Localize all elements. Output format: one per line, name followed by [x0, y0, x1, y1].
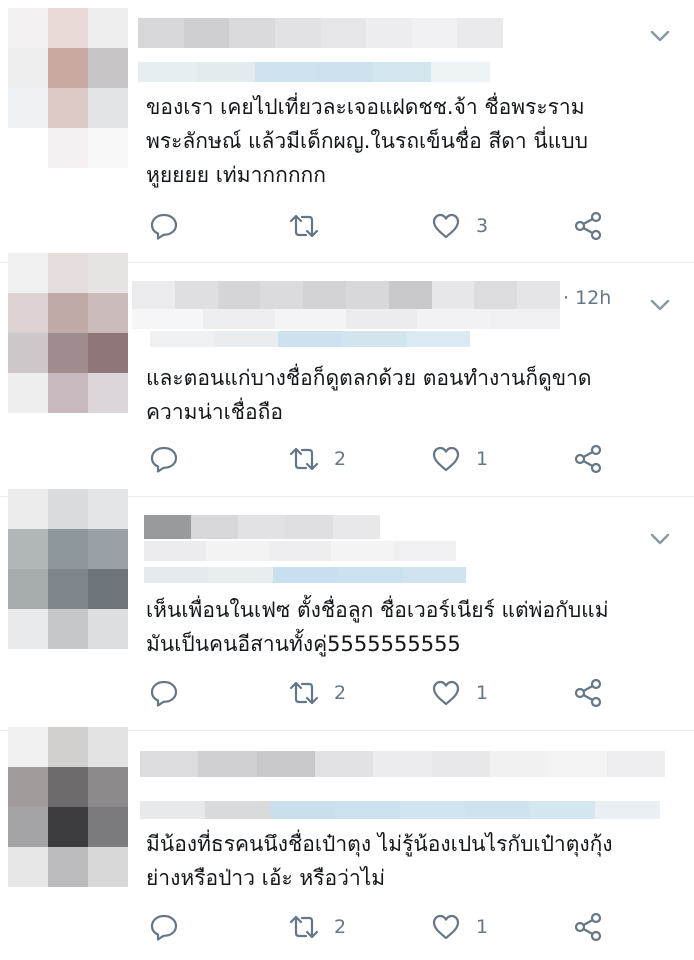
share-icon: [572, 911, 604, 943]
like-button[interactable]: 1: [430, 439, 488, 479]
retweet-count: 2: [334, 916, 347, 938]
tweet-text: และตอนแก่บางชื่อก็ดูตลกด้วย ตอนทำงานก็ดู…: [146, 366, 592, 424]
tweet-actions: 2 1: [146, 673, 616, 713]
like-count: 1: [476, 448, 489, 470]
share-icon: [572, 443, 604, 475]
share-icon: [572, 210, 604, 242]
chevron-down-icon[interactable]: [648, 293, 672, 317]
avatar[interactable]: [8, 727, 128, 887]
retweet-button[interactable]: 2: [288, 907, 346, 947]
reply-icon: [148, 443, 180, 475]
chevron-down-icon[interactable]: [648, 24, 672, 48]
share-button[interactable]: [572, 206, 604, 246]
chevron-down-icon[interactable]: [648, 527, 672, 551]
tweet-actions: 3: [146, 206, 616, 246]
like-button[interactable]: 1: [430, 907, 488, 947]
handle-redacted[interactable]: [140, 801, 660, 819]
tweet-actions: 2 1: [146, 907, 616, 947]
tweet-text: มีน้องที่ธรคนนึงชื่อเป๋าตุง ไม่รู้น้องเป…: [146, 832, 613, 890]
handle-redacted[interactable]: [144, 567, 467, 583]
handle-redacted[interactable]: [132, 309, 560, 329]
like-count: 1: [476, 682, 489, 704]
retweet-icon: [288, 677, 320, 709]
reply-icon: [148, 210, 180, 242]
retweet-button[interactable]: 2: [288, 673, 346, 713]
retweet-count: 2: [334, 448, 347, 470]
reply-icon: [148, 911, 180, 943]
retweet-icon: [288, 443, 320, 475]
reply-icon: [148, 677, 180, 709]
share-button[interactable]: [572, 673, 604, 713]
tweet[interactable]: เห็นเพื่อนในเฟซ ตั้งชื่อลูก ชื่อเวอร์เนี…: [0, 489, 694, 731]
tweet[interactable]: · 12h และตอนแก่บางชื่อก็ดูตลกด้วย ตอนทำง…: [0, 253, 694, 497]
like-button[interactable]: 1: [430, 673, 488, 713]
share-icon: [572, 677, 604, 709]
tweet-text: เห็นเพื่อนในเฟซ ตั้งชื่อลูก ชื่อเวอร์เนี…: [146, 598, 609, 656]
reply-button[interactable]: [148, 907, 180, 947]
tweet-time[interactable]: · 12h: [563, 287, 611, 309]
heart-icon: [430, 911, 462, 943]
handle-redacted[interactable]: [144, 541, 457, 561]
retweet-count: 2: [334, 682, 347, 704]
reply-button[interactable]: [148, 673, 180, 713]
retweet-icon: [288, 911, 320, 943]
like-button[interactable]: 3: [430, 206, 488, 246]
username-redacted[interactable]: [132, 281, 560, 311]
avatar[interactable]: [8, 253, 128, 413]
reply-button[interactable]: [148, 439, 180, 479]
like-count: 1: [476, 916, 489, 938]
share-button[interactable]: [572, 439, 604, 479]
tweet-actions: 2 1: [146, 439, 616, 479]
heart-icon: [430, 210, 462, 242]
avatar[interactable]: [8, 489, 128, 649]
tweet-text: ของเรา เคยไปเที่ยวละเจอแฝดชช.จ้า ชื่อพระ…: [146, 95, 588, 187]
username-redacted[interactable]: [144, 515, 381, 539]
reply-button[interactable]: [148, 206, 180, 246]
tweet[interactable]: ของเรา เคยไปเที่ยวละเจอแฝดชช.จ้า ชื่อพระ…: [0, 0, 694, 263]
handle-redacted[interactable]: [150, 331, 470, 347]
retweet-button[interactable]: 2: [288, 439, 346, 479]
retweet-button[interactable]: [288, 206, 334, 246]
share-button[interactable]: [572, 907, 604, 947]
retweet-icon: [288, 210, 320, 242]
like-count: 3: [476, 215, 489, 237]
tweet[interactable]: มีน้องที่ธรคนนึงชื่อเป๋าตุง ไม่รู้น้องเป…: [0, 727, 694, 960]
username-redacted[interactable]: [140, 751, 665, 777]
username-redacted[interactable]: [138, 18, 503, 48]
heart-icon: [430, 677, 462, 709]
handle-redacted[interactable]: [138, 62, 491, 82]
heart-icon: [430, 443, 462, 475]
avatar[interactable]: [8, 8, 128, 168]
